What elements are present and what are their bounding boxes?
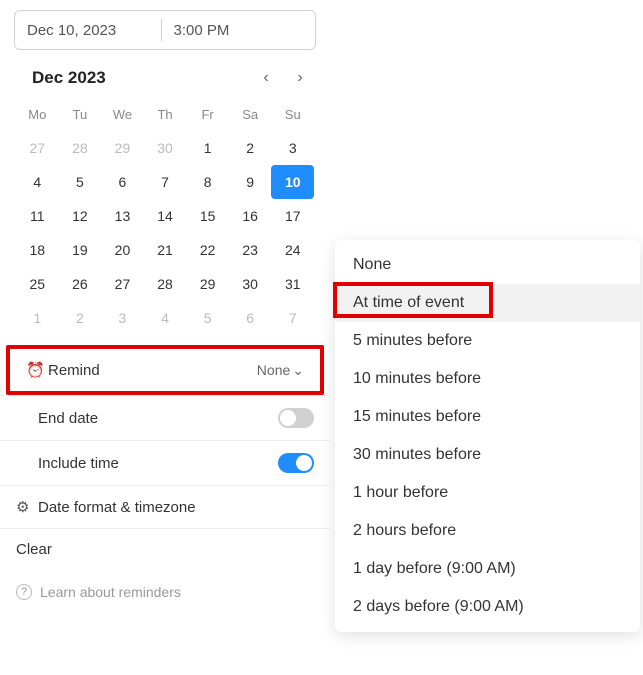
reminder-menu-item[interactable]: 2 days before (9:00 AM) <box>335 588 640 626</box>
reminder-menu-item[interactable]: 15 minutes before <box>335 398 640 436</box>
day-cell[interactable]: 30 <box>229 267 272 301</box>
day-cell[interactable]: 17 <box>271 199 314 233</box>
day-cell[interactable]: 6 <box>229 301 272 335</box>
day-cell[interactable]: 25 <box>16 267 59 301</box>
day-cell[interactable]: 1 <box>16 301 59 335</box>
date-time-input[interactable]: Dec 10, 2023 3:00 PM <box>14 10 316 50</box>
reminder-menu-item[interactable]: At time of event <box>335 284 640 322</box>
alarm-icon: ⏰ <box>26 361 48 379</box>
day-cell[interactable]: 9 <box>229 165 272 199</box>
gear-icon: ⚙ <box>16 498 38 516</box>
include-time-row: Include time <box>0 440 330 485</box>
day-cell[interactable]: 7 <box>144 165 187 199</box>
day-cell[interactable]: 31 <box>271 267 314 301</box>
day-cell[interactable]: 2 <box>59 301 102 335</box>
chevron-down-icon: ⌄ <box>292 362 304 379</box>
end-date-toggle[interactable] <box>278 408 314 428</box>
dow-cell: Sa <box>229 98 272 131</box>
day-cell[interactable]: 24 <box>271 233 314 267</box>
end-date-label: End date <box>38 410 278 427</box>
dow-cell: Mo <box>16 98 59 131</box>
reminder-menu-item[interactable]: None <box>335 246 640 284</box>
day-cell[interactable]: 5 <box>186 301 229 335</box>
reminder-menu-item[interactable]: 1 day before (9:00 AM) <box>335 550 640 588</box>
remind-value: None <box>257 362 290 378</box>
remind-row-highlight: ⏰ Remind None ⌄ <box>6 345 324 395</box>
reminder-menu-item[interactable]: 1 hour before <box>335 474 640 512</box>
include-time-toggle[interactable] <box>278 453 314 473</box>
reminder-menu-item[interactable]: 10 minutes before <box>335 360 640 398</box>
include-time-label: Include time <box>38 455 278 472</box>
reminder-menu-item[interactable]: 2 hours before <box>335 512 640 550</box>
day-cell[interactable]: 19 <box>59 233 102 267</box>
day-cell[interactable]: 12 <box>59 199 102 233</box>
prev-month-button[interactable]: ‹ <box>256 69 276 87</box>
day-cell[interactable]: 13 <box>101 199 144 233</box>
dow-cell: Th <box>144 98 187 131</box>
day-cell[interactable]: 29 <box>101 131 144 165</box>
date-value: Dec 10, 2023 <box>27 22 157 39</box>
help-icon: ? <box>16 584 32 600</box>
reminder-menu-item[interactable]: 5 minutes before <box>335 322 640 360</box>
date-format-row[interactable]: ⚙ Date format & timezone <box>0 485 330 528</box>
calendar-grid: MoTuWeThFrSaSu 2728293012345678910111213… <box>0 94 330 345</box>
remind-label: Remind <box>48 362 257 379</box>
day-cell[interactable]: 4 <box>16 165 59 199</box>
dow-cell: Fr <box>186 98 229 131</box>
day-cell[interactable]: 27 <box>16 131 59 165</box>
day-cell[interactable]: 7 <box>271 301 314 335</box>
clear-label: Clear <box>16 541 314 558</box>
learn-reminders-link[interactable]: ? Learn about reminders <box>0 570 330 614</box>
day-cell[interactable]: 3 <box>101 301 144 335</box>
day-cell[interactable]: 14 <box>144 199 187 233</box>
month-label: Dec 2023 <box>32 68 256 88</box>
day-cell[interactable]: 5 <box>59 165 102 199</box>
day-cell[interactable]: 29 <box>186 267 229 301</box>
day-cell[interactable]: 22 <box>186 233 229 267</box>
date-format-label: Date format & timezone <box>38 499 314 516</box>
day-cell[interactable]: 28 <box>59 131 102 165</box>
day-cell[interactable]: 3 <box>271 131 314 165</box>
day-cell[interactable]: 15 <box>186 199 229 233</box>
dow-cell: Su <box>271 98 314 131</box>
day-cell[interactable]: 28 <box>144 267 187 301</box>
day-cell[interactable]: 6 <box>101 165 144 199</box>
day-cell[interactable]: 30 <box>144 131 187 165</box>
reminder-menu: NoneAt time of event5 minutes before10 m… <box>335 240 640 632</box>
date-picker-panel: Dec 10, 2023 3:00 PM Dec 2023 ‹ › MoTuWe… <box>0 0 330 614</box>
day-cell[interactable]: 2 <box>229 131 272 165</box>
divider <box>161 19 162 41</box>
day-cell[interactable]: 16 <box>229 199 272 233</box>
day-cell[interactable]: 21 <box>144 233 187 267</box>
day-cell[interactable]: 23 <box>229 233 272 267</box>
reminder-menu-item[interactable]: 30 minutes before <box>335 436 640 474</box>
day-cell[interactable]: 11 <box>16 199 59 233</box>
day-cell[interactable]: 1 <box>186 131 229 165</box>
day-cell[interactable]: 4 <box>144 301 187 335</box>
day-cell[interactable]: 18 <box>16 233 59 267</box>
day-cell[interactable]: 8 <box>186 165 229 199</box>
learn-reminders-label: Learn about reminders <box>40 584 181 600</box>
day-cell[interactable]: 27 <box>101 267 144 301</box>
end-date-row: End date <box>0 395 330 440</box>
day-cell[interactable]: 20 <box>101 233 144 267</box>
day-cell[interactable]: 10 <box>271 165 314 199</box>
remind-row[interactable]: ⏰ Remind None ⌄ <box>10 349 320 391</box>
dow-cell: We <box>101 98 144 131</box>
calendar-header: Dec 2023 ‹ › <box>0 60 330 94</box>
day-cell[interactable]: 26 <box>59 267 102 301</box>
next-month-button[interactable]: › <box>290 69 310 87</box>
dow-cell: Tu <box>59 98 102 131</box>
time-value: 3:00 PM <box>174 22 304 39</box>
clear-button[interactable]: Clear <box>0 528 330 570</box>
